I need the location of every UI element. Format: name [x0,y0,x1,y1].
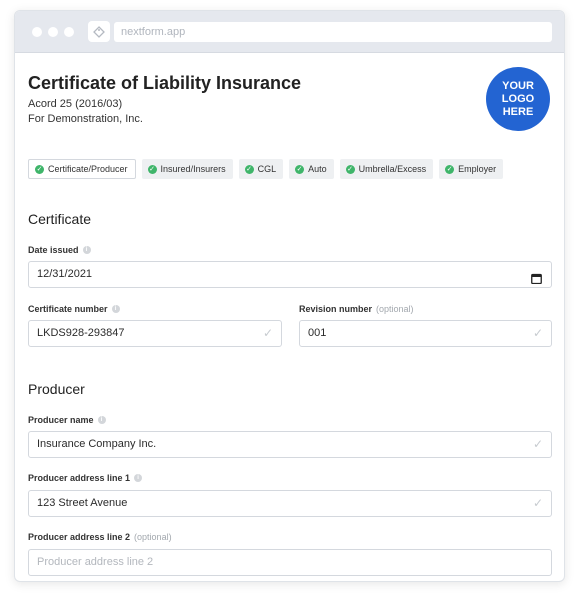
page-title: Certificate of Liability Insurance [28,73,302,93]
label-text: Producer address line 2 [28,532,131,542]
tab-label: Umbrella/Excess [358,164,427,174]
calendar-icon[interactable] [531,269,542,294]
date-issued-input[interactable]: 12/31/2021 [28,261,552,288]
section-title-certificate: Certificate [28,211,92,227]
check-icon: ✓ [532,326,543,340]
tab-insured-insurers[interactable]: ✓ Insured/Insurers [141,159,233,179]
tab-employer[interactable]: ✓ Employer [439,159,504,179]
check-icon: ✓ [345,164,355,174]
field-value: LKDS928-293847 [37,327,125,339]
check-icon: ✓ [445,164,455,174]
tab-umbrella-excess[interactable]: ✓ Umbrella/Excess [339,159,434,179]
producer-name-label: Producer name i [28,415,106,425]
logo-line: HERE [502,105,534,118]
address-bar[interactable]: nextform.app [114,22,552,42]
tab-label: Certificate/Producer [48,164,128,174]
tab-cgl[interactable]: ✓ CGL [238,159,284,179]
tab-label: Insured/Insurers [160,164,226,174]
info-icon[interactable]: i [97,416,106,424]
check-icon: ✓ [262,326,273,340]
check-icon: ✓ [532,496,543,510]
section-title-producer: Producer [28,381,85,397]
window-maximize-dot[interactable] [64,27,74,37]
label-text: Date issued [28,245,79,255]
window-close-dot[interactable] [32,27,42,37]
tab-label: Auto [308,164,327,174]
label-text: Producer name [28,415,94,425]
optional-tag: (optional) [376,304,414,314]
check-icon: ✓ [147,164,157,174]
certificate-number-label: Certificate number i [28,304,120,314]
tab-label: CGL [257,164,277,174]
info-icon[interactable]: i [134,474,143,482]
producer-address2-label: Producer address line 2 (optional) [28,532,172,542]
producer-address1-label: Producer address line 1 i [28,473,143,483]
company-name: For Demonstration, Inc. [28,113,143,125]
check-icon: ✓ [295,164,305,174]
logo-line: YOUR [502,79,534,92]
tab-certificate-producer[interactable]: ✓ Certificate/Producer [28,159,136,179]
label-text: Certificate number [28,304,108,314]
browser-titlebar: nextform.app [15,11,564,53]
check-icon: ✓ [532,437,543,451]
label-text: Revision number [299,304,373,314]
producer-address1-input[interactable]: 123 Street Avenue ✓ [28,490,552,517]
browser-window: nextform.app Certificate of Liability In… [14,10,565,582]
field-value: 123 Street Avenue [37,497,128,509]
date-issued-label: Date issued i [28,245,91,255]
field-value: 12/31/2021 [37,268,93,280]
check-icon: ✓ [35,164,44,174]
label-text: Producer address line 1 [28,473,131,483]
step-tabs: ✓ Certificate/Producer ✓ Insured/Insurer… [28,159,504,179]
field-placeholder: Producer address line 2 [37,556,154,568]
logo-line: LOGO [501,92,535,105]
tab-label: Employer [458,164,497,174]
producer-name-input[interactable]: Insurance Company Inc. ✓ [28,431,552,458]
company-logo: YOUR LOGO HERE [486,67,550,131]
optional-tag: (optional) [134,532,172,542]
field-value: 001 [308,327,327,339]
info-icon[interactable]: i [82,246,91,254]
window-minimize-dot[interactable] [48,27,58,37]
tag-icon[interactable] [88,21,110,42]
form-code: Acord 25 (2016/03) [28,98,123,110]
info-icon[interactable]: i [111,305,120,313]
producer-address2-input[interactable]: Producer address line 2 [28,549,552,576]
form-content: Certificate of Liability Insurance Acord… [15,53,564,581]
tab-auto[interactable]: ✓ Auto [289,159,334,179]
revision-number-label: Revision number (optional) [299,304,414,314]
field-value: Insurance Company Inc. [37,438,157,450]
revision-number-input[interactable]: 001 ✓ [299,320,552,347]
check-icon: ✓ [244,164,254,174]
certificate-number-input[interactable]: LKDS928-293847 ✓ [28,320,282,347]
